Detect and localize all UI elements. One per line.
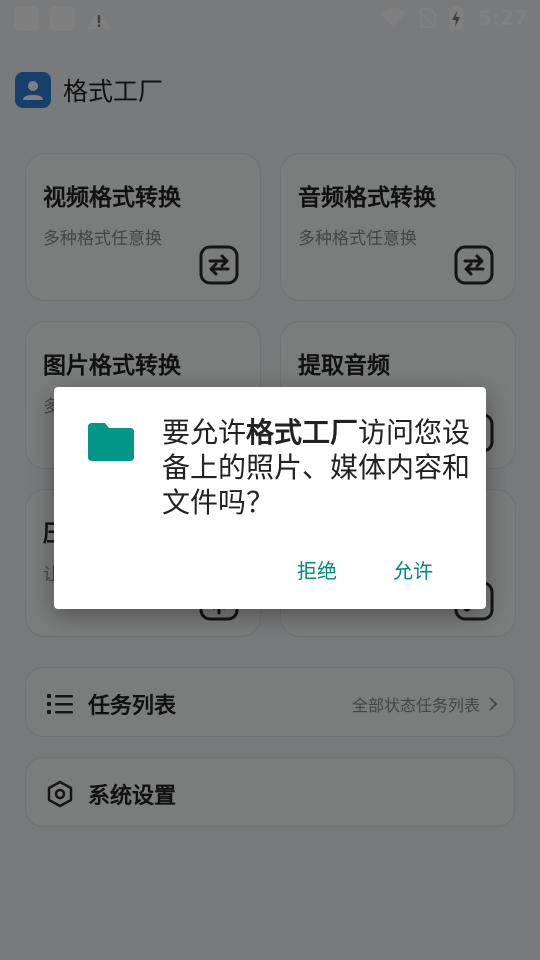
dialog-message: 要允许格式工厂访问您设备上的照片、媒体内容和文件吗？ bbox=[162, 415, 472, 520]
permission-dialog: 要允许格式工厂访问您设备上的照片、媒体内容和文件吗？ 拒绝 允许 bbox=[54, 387, 486, 609]
dialog-app-name: 格式工厂 bbox=[246, 416, 359, 449]
deny-button[interactable]: 拒绝 bbox=[297, 555, 337, 584]
dialog-message-prefix: 要允许 bbox=[162, 416, 247, 449]
folder-icon bbox=[88, 423, 134, 461]
allow-button[interactable]: 允许 bbox=[393, 555, 433, 584]
